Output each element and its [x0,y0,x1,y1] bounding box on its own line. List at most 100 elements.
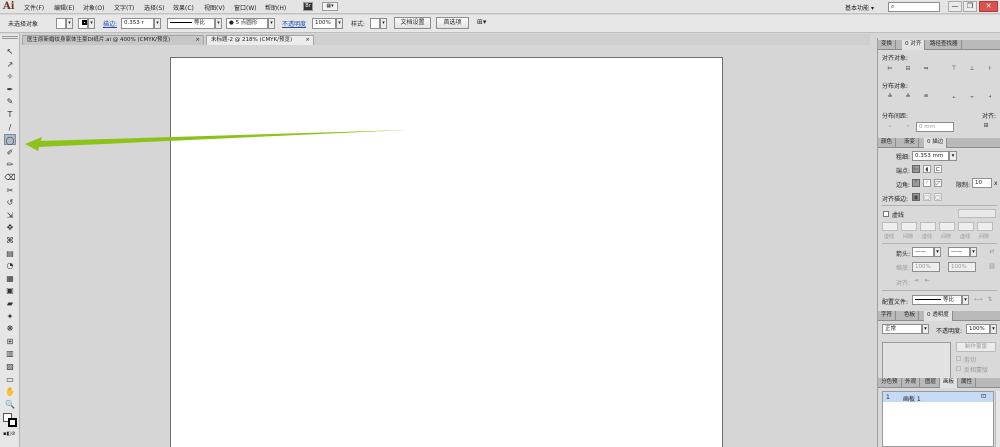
menu-window[interactable]: 窗口(W) [234,3,257,12]
workspace-switcher[interactable]: 基本功能 ▾ [845,3,874,12]
dashed-line-checkbox[interactable] [883,211,889,217]
eyedropper-tool-icon[interactable]: ✦ [4,311,16,322]
stroke-swatch[interactable] [78,18,88,29]
panel-grip[interactable] [2,36,18,39]
blend-mode-dropdown[interactable]: ▾ [922,324,929,334]
style-swatch[interactable] [370,18,380,29]
transparency-opacity-dropdown[interactable]: ▾ [990,324,997,334]
fill-dropdown[interactable]: ▾ [66,18,73,29]
zoom-tool-icon[interactable]: 🔍 [4,399,16,410]
weight-field[interactable]: 0.353 mm [912,151,949,161]
round-join-icon[interactable]: ◜ [923,179,931,187]
tab-layers[interactable]: 图层 [922,378,941,388]
distribute-vcenter-icon[interactable]: ≙ [904,93,912,101]
menu-help[interactable]: 帮助(H) [265,3,286,12]
slice-tool-icon[interactable]: ▨ [4,361,16,372]
color-mode-icons[interactable]: ▪◧⊘ [3,431,17,437]
stroke-label[interactable]: 描边: [103,19,117,28]
start-arrowhead-dropdown[interactable]: ▾ [934,247,941,257]
align-left-icon[interactable]: ⊨ [886,65,894,73]
brush-dropdown[interactable]: ▾ [268,18,275,29]
tab-attributes[interactable]: 属性 [958,378,977,388]
column-graph-tool-icon[interactable]: ◔ [4,260,16,271]
tab-align[interactable]: 0 对齐 [902,40,926,50]
paintbrush-tool-icon[interactable]: ✐ [4,147,16,158]
menu-select[interactable]: 选择(S) [144,3,165,12]
fill-swatch[interactable] [56,18,66,29]
tab-swatches[interactable]: 色板 [901,311,920,321]
stroke-profile-select[interactable]: 等比 [167,18,215,29]
search-input[interactable] [899,3,937,11]
distribute-bottom-icon[interactable]: ≘ [922,93,930,101]
distribute-left-icon[interactable]: ⫠ [950,93,958,101]
round-cap-icon[interactable]: ◖ [923,165,931,173]
blend-mode-select[interactable]: 正常 [882,324,922,334]
menu-object[interactable]: 对象(O) [83,3,104,12]
bridge-button[interactable]: Br [303,2,313,11]
gradient-tool-icon[interactable]: ▰ [4,298,16,309]
mesh-tool-icon[interactable]: ▣ [4,285,16,296]
align-stroke-center-icon[interactable]: ▣ [912,193,920,201]
close-icon[interactable]: × [305,36,310,45]
arrange-icon[interactable]: ⊞▾ [477,18,486,26]
stroke-weight-field[interactable]: 0.353 r [121,18,154,29]
opacity-dropdown[interactable]: ▾ [336,18,343,29]
eraser-tool-icon[interactable]: ⌫ [4,172,16,183]
rectangle-tool-icon[interactable]: ▭ [4,374,16,385]
preferences-button[interactable]: 首选项 [436,17,469,29]
ellipse-tool-icon[interactable]: ◯ [4,134,16,146]
tab-stroke[interactable]: 0 描边 [924,138,948,148]
tab-transform[interactable]: 变换 [878,40,897,50]
stroke-dropdown[interactable]: ▾ [88,18,95,29]
menu-effect[interactable]: 效果(C) [173,3,194,12]
tab-character[interactable]: 字符 [878,311,897,321]
align-top-icon[interactable]: ⊤ [950,65,958,73]
end-arrowhead-dropdown[interactable]: ▾ [970,247,977,257]
rotate-tool-icon[interactable]: ↺ [4,197,16,208]
tab-document-2[interactable]: 未标题-2 @ 218% (CMYK/预览) × [206,35,314,45]
hand-tool-icon[interactable]: ✋ [4,386,16,397]
profile-select[interactable]: 等比 [912,295,962,305]
start-arrowhead-select[interactable]: —— [912,247,934,257]
artboard-options-icon[interactable]: ⊡ [981,393,986,400]
selection-tool-icon[interactable]: ↖ [4,46,16,57]
close-icon[interactable]: × [195,36,200,45]
projecting-cap-icon[interactable]: ⊏ [934,165,942,173]
artboards-scrollbar[interactable] [995,391,1000,447]
pencil-tool-icon[interactable]: ✏ [4,159,16,170]
style-dropdown[interactable]: ▾ [380,18,387,29]
type-tool-icon[interactable]: T [4,109,16,120]
tab-document-1[interactable]: 医生原新婚纹身家体生豪DI纸片.ai @ 400% (CMYK/预览) × [22,35,204,45]
weight-dropdown[interactable]: ▾ [949,151,957,161]
tab-separations[interactable]: 分色预 [878,378,902,388]
end-arrowhead-select[interactable]: —— [948,247,970,257]
align-to-selection-icon[interactable]: ⊞ [982,122,990,130]
blend-tool-icon[interactable]: ❋ [4,323,16,334]
pen-tool-icon[interactable]: ✎ [4,96,16,107]
stroke-profile-dropdown[interactable]: ▾ [215,18,222,29]
document-settings-button[interactable]: 文档设置 [394,17,431,29]
tab-gradient[interactable]: 渐变 [901,138,920,148]
menu-file[interactable]: 文件(F) [24,3,44,12]
bevel-join-icon[interactable]: ◸ [934,179,942,187]
butt-cap-icon[interactable]: ⊢ [912,165,920,173]
artboard[interactable] [170,57,723,447]
distribute-right-icon[interactable]: ⫞ [986,93,994,101]
close-window-button[interactable]: ✕ [979,1,998,12]
tab-color[interactable]: 颜色 [878,138,897,148]
scale-tool-icon[interactable]: ⇲ [4,210,16,221]
search-field[interactable]: ⌕ [888,2,940,12]
direct-selection-tool-icon[interactable]: ↗ [4,59,16,70]
tab-transparency[interactable]: 0 透明度 [924,311,953,321]
line-segment-tool-icon[interactable]: / [4,122,16,133]
distribute-hcenter-icon[interactable]: ⫟ [968,93,976,101]
align-hcenter-icon[interactable]: ⊟ [904,65,912,73]
symbol-sprayer-tool-icon[interactable]: ▤ [4,248,16,259]
distribute-top-icon[interactable]: ≚ [886,93,894,101]
tab-appearance[interactable]: 外观 [902,378,921,388]
transparency-opacity-field[interactable]: 100% [966,324,990,334]
arrange-documents-button[interactable]: ▦▾ [322,2,338,11]
artboard-row[interactable]: 1 画板 1 ⊡ [883,392,993,403]
menu-edit[interactable]: 编辑(E) [54,3,74,12]
align-bottom-icon[interactable]: ⊦ [986,65,994,73]
